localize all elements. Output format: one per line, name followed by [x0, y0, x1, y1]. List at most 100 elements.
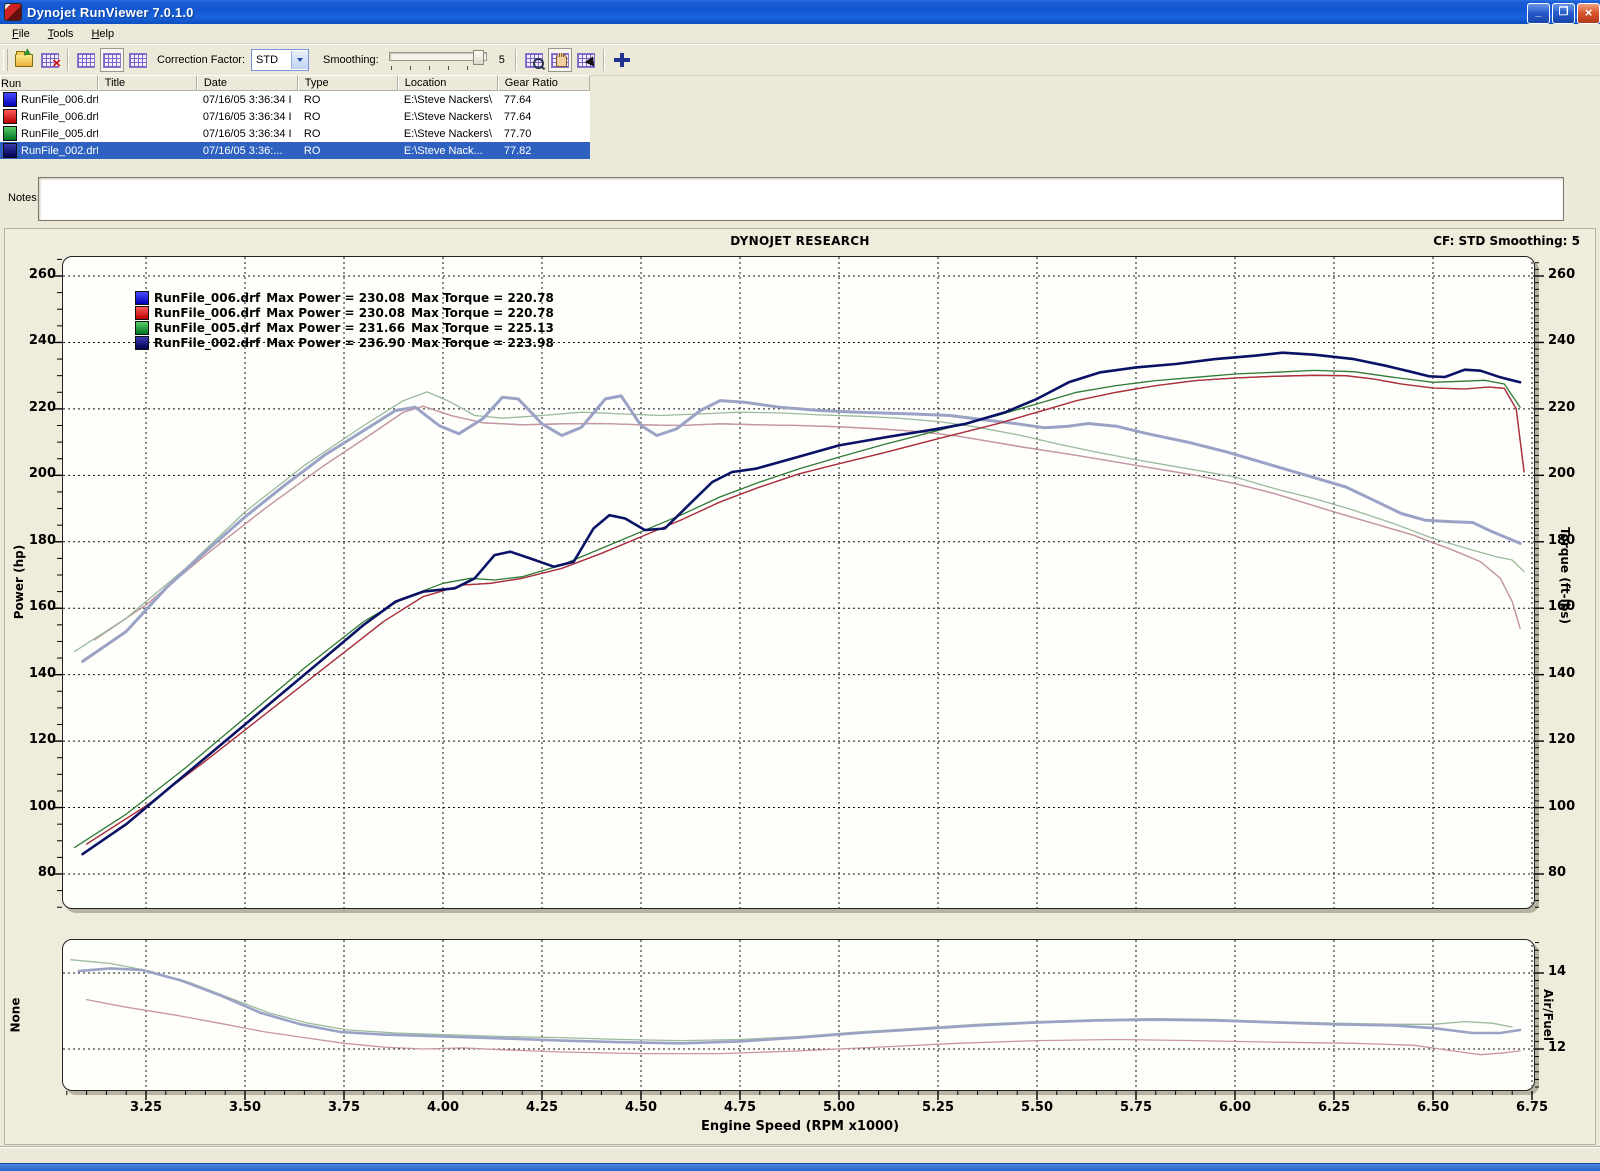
af-006-red-curve: [87, 1000, 1521, 1055]
pan-graph-icon: [551, 53, 569, 68]
table-row-selected[interactable]: RunFile_002.drf 07/16/05 3:36:... RO E:\…: [0, 142, 590, 159]
smoothing-slider[interactable]: [389, 49, 489, 71]
airfuel-plot-svg: [63, 940, 1534, 1090]
main-plot[interactable]: [62, 256, 1535, 909]
legend-file: RunFile_005.drf: [154, 321, 260, 335]
rpm-tick-4.75: 4.75: [718, 1100, 762, 1116]
overlay-runs-icon: [614, 53, 630, 67]
run-file-name: RunFile_002.drf: [21, 145, 98, 157]
menu-help[interactable]: Help: [83, 26, 122, 42]
graph-view-1-button[interactable]: [74, 48, 98, 72]
correction-factor-select[interactable]: STD: [251, 49, 309, 71]
restore-button[interactable]: ❐: [1552, 3, 1575, 24]
open-run-button[interactable]: [12, 48, 36, 72]
slider-thumb[interactable]: [473, 50, 484, 65]
torque-tick-220: 220: [1548, 400, 1588, 416]
main-plot-svg: [63, 257, 1534, 908]
legend-max-power: Max Power = 230.08: [266, 306, 405, 320]
graph-view-2-button[interactable]: [100, 48, 124, 72]
rpm-tick-5.25: 5.25: [916, 1100, 960, 1116]
torque-tick-140: 140: [1548, 666, 1588, 682]
power-tick-80: 80: [22, 865, 56, 881]
chart-settings-readout: CF: STD Smoothing: 5: [1433, 234, 1580, 248]
run-color-swatch: [3, 126, 17, 141]
pan-graph-button[interactable]: [548, 48, 572, 72]
chart-title: DYNOJET RESEARCH: [0, 234, 1600, 248]
airfuel-tick-12: 12: [1548, 1040, 1588, 1056]
close-button[interactable]: ×: [1577, 3, 1600, 24]
rpm-tick-5.75: 5.75: [1114, 1100, 1158, 1116]
col-run[interactable]: Run: [0, 75, 98, 91]
title-bar: Dynojet RunViewer 7.0.1.0 _ ❐ ×: [0, 0, 1600, 24]
run-table-header: Run Title Date Type Location Gear Ratio: [0, 75, 590, 91]
graph-grid-icon: [77, 53, 95, 68]
run-gear-ratio: 77.64: [498, 94, 590, 106]
run-color-swatch: [3, 92, 17, 107]
torque-006-blue-curve: [95, 406, 1521, 640]
legend-max-power: Max Power = 231.66: [266, 321, 405, 335]
graph-grid-icon-2: [129, 53, 147, 68]
none-axis-label: None: [8, 998, 22, 1033]
app-window: { "window": { "title": "Dynojet RunViewe…: [0, 0, 1600, 1170]
graph-grid-icon-pressed: [103, 53, 121, 68]
airfuel-plot[interactable]: [62, 939, 1535, 1091]
legend-swatch: [135, 336, 149, 350]
run-type: RO: [298, 111, 398, 123]
menu-tools[interactable]: Tools: [40, 26, 82, 42]
legend-max-torque: Max Torque = 220.78: [411, 291, 554, 305]
col-gear-ratio[interactable]: Gear Ratio: [498, 75, 590, 91]
toolbar: × Correction Factor: STD Smoothing: 5: [0, 44, 1600, 76]
smoothing-label: Smoothing:: [323, 54, 379, 66]
run-file-name: RunFile_006.drf: [21, 94, 98, 106]
toolbar-gripper: [3, 49, 8, 71]
app-logo-icon: [4, 3, 22, 21]
zoom-graph-button[interactable]: [522, 48, 546, 72]
torque-tick-180: 180: [1548, 533, 1588, 549]
pointer-graph-icon: [577, 53, 595, 68]
af-002-gray-curve: [79, 968, 1520, 1043]
overlay-runs-button[interactable]: [610, 48, 634, 72]
power-tick-200: 200: [22, 466, 56, 482]
run-date: 07/16/05 3:36:34 I: [197, 111, 298, 123]
open-run-icon: [15, 54, 33, 67]
legend-max-torque: Max Torque = 223.98: [411, 336, 554, 350]
legend-entry: RunFile_005.drfMax Power = 231.66Max Tor…: [135, 320, 554, 335]
correction-factor-label: Correction Factor:: [157, 54, 245, 66]
torque-tick-260: 260: [1548, 267, 1588, 283]
notes-input[interactable]: [38, 177, 1564, 221]
torque-002-gray-curve: [83, 396, 1521, 662]
menu-file[interactable]: File: [4, 26, 38, 42]
delete-run-button[interactable]: ×: [38, 48, 62, 72]
legend-entry: RunFile_006.drfMax Power = 230.08Max Tor…: [135, 290, 554, 305]
toolbar-separator-2: [515, 49, 517, 71]
minimize-button[interactable]: _: [1527, 3, 1550, 24]
run-location: E:\Steve Nack...: [398, 145, 498, 157]
rpm-tick-4.00: 4.00: [421, 1100, 465, 1116]
legend-swatch: [135, 306, 149, 320]
combo-drop-button[interactable]: [291, 51, 308, 69]
status-bar: [0, 1147, 1600, 1164]
zoom-graph-icon: [525, 53, 543, 68]
col-type[interactable]: Type: [298, 75, 398, 91]
rpm-tick-6.50: 6.50: [1411, 1100, 1455, 1116]
col-date[interactable]: Date: [197, 75, 298, 91]
col-location[interactable]: Location: [398, 75, 498, 91]
table-row[interactable]: RunFile_005.drf 07/16/05 3:36:34 I RO E:…: [0, 125, 590, 142]
pointer-graph-button[interactable]: [574, 48, 598, 72]
table-row[interactable]: RunFile_006.drf 07/16/05 3:36:34 I RO E:…: [0, 108, 590, 125]
xaxis-title: Engine Speed (RPM x1000): [0, 1119, 1600, 1134]
power-006-blue-curve: [87, 375, 1525, 844]
power-005-green-curve: [75, 370, 1520, 847]
run-date: 07/16/05 3:36:...: [197, 145, 298, 157]
power-tick-140: 140: [22, 666, 56, 682]
run-file-name: RunFile_005.drf: [21, 128, 98, 140]
graph-view-3-button[interactable]: [126, 48, 150, 72]
table-row[interactable]: RunFile_006.drf 07/16/05 3:36:34 I RO E:…: [0, 91, 590, 108]
run-type: RO: [298, 94, 398, 106]
col-title[interactable]: Title: [98, 75, 197, 91]
notes-label: Notes:: [8, 192, 40, 204]
run-location: E:\Steve Nackers\: [398, 94, 498, 106]
chart-legend: RunFile_006.drfMax Power = 230.08Max Tor…: [135, 290, 554, 350]
torque-005-green-curve: [75, 392, 1524, 652]
legend-entry: RunFile_002.drfMax Power = 236.90Max Tor…: [135, 335, 554, 350]
